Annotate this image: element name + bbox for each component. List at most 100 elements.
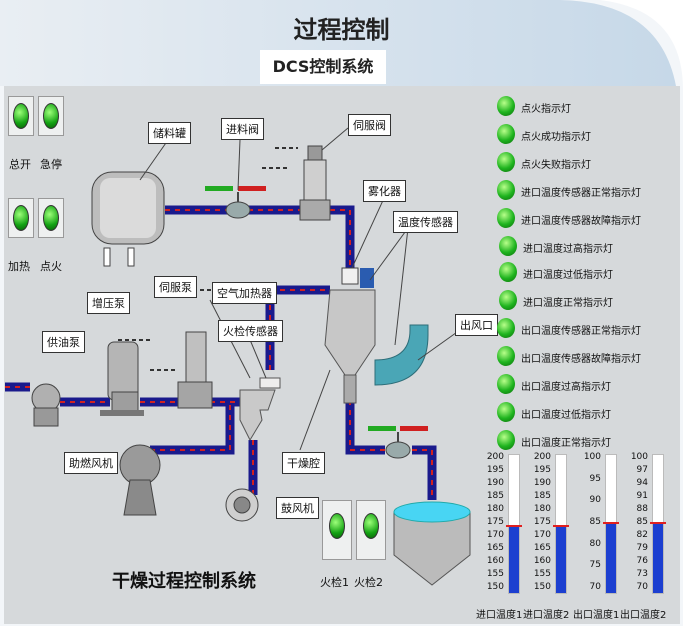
indicator-lamp-icon — [497, 152, 515, 172]
gauge-tick-label: 180 — [486, 504, 504, 514]
atomizer-label: 雾化器 — [363, 180, 406, 202]
gauge-tick-label: 170 — [533, 530, 551, 540]
gauge-tick-label: 180 — [533, 504, 551, 514]
indicator-label: 点火成功指示灯 — [521, 132, 591, 143]
blower-label: 鼓风机 — [276, 497, 319, 519]
gauge-fill — [509, 527, 519, 593]
gauge-label: 进口温度2 — [523, 610, 570, 621]
gauge-marker — [650, 522, 666, 524]
lamp-emergency-stop-indicator — [43, 103, 59, 129]
gauge-tick-label: 76 — [636, 556, 648, 566]
gauge-fill — [653, 524, 663, 593]
gauge-tick-label: 165 — [486, 543, 504, 553]
indicator-lamp-icon — [497, 374, 515, 394]
collection-tank-shape — [393, 501, 471, 586]
gauge-tick-label: 175 — [533, 517, 551, 527]
oil-pump-shape — [31, 383, 61, 427]
gauge-tick-label: 190 — [486, 478, 504, 488]
gauge-tick-label: 160 — [533, 556, 551, 566]
gauge-tick-label: 91 — [636, 491, 648, 501]
gauge-tick-label: 165 — [533, 543, 551, 553]
indicator-lamp-icon — [499, 236, 517, 256]
fire-sensor-label: 火检传感器 — [218, 320, 283, 342]
lamp-heating-indicator — [13, 205, 29, 231]
indicator-label: 点火指示灯 — [521, 104, 571, 115]
indicator-lamp-icon — [499, 290, 517, 310]
combustion-fan-shape — [119, 444, 161, 516]
indicator-label: 进口温度过低指示灯 — [523, 270, 613, 281]
servo-pump-shape — [177, 331, 213, 409]
indicator-lamp-icon — [497, 430, 515, 450]
gauge-marker — [553, 525, 569, 527]
indicator-lamp-icon — [499, 262, 517, 282]
gauge-tick-label: 150 — [533, 582, 551, 592]
servo-valve-label: 伺服阀 — [348, 114, 391, 136]
gauge-tick-label: 97 — [636, 465, 648, 475]
gauge-track — [506, 454, 522, 594]
gauge-tick-label: 80 — [589, 538, 601, 549]
indicator-lamp-icon — [497, 318, 515, 338]
combustion-fan-label: 助燃风机 — [64, 452, 118, 474]
fire-check-1-label: 火检1 — [320, 576, 349, 589]
gauge-tick-label: 88 — [636, 504, 648, 514]
gauge-tick-label: 70 — [589, 582, 601, 592]
lamp-heating-label: 加热 — [8, 260, 30, 273]
indicator-label: 点火失败指示灯 — [521, 160, 591, 171]
blower-shape — [225, 488, 259, 522]
temp-sensor-label: 温度传感器 — [393, 211, 458, 233]
gauge-label: 出口温度2 — [620, 610, 667, 621]
gauge-tick-label: 82 — [636, 530, 648, 540]
servo-pump-label: 伺服泵 — [154, 276, 197, 298]
gauge-tick-label: 75 — [589, 560, 601, 571]
gauge-marker — [506, 525, 522, 527]
gauge-tick-label: 170 — [486, 530, 504, 540]
air-heater-label: 空气加热器 — [212, 282, 277, 304]
air-heater-shape — [239, 377, 281, 442]
gauge-tick-label: 73 — [636, 569, 648, 579]
gauge-tick-label: 85 — [636, 517, 648, 527]
indicator-label: 进口温度正常指示灯 — [523, 298, 613, 309]
gauge-tick-label: 95 — [589, 473, 601, 484]
gauge-tick-label: 100 — [630, 452, 648, 462]
dry-tower-label: 干燥腔 — [282, 452, 325, 474]
indicator-lamp-icon — [497, 124, 515, 144]
indicator-lamp-icon — [497, 180, 515, 200]
lamp-ignition-label: 点火 — [40, 260, 62, 273]
gauge-tick-label: 85 — [589, 517, 601, 527]
lamp-main-switch-label: 总开 — [9, 158, 31, 171]
lamp-ignition-indicator — [43, 205, 59, 231]
lamp-main-switch-indicator — [13, 103, 29, 129]
gauge-tick-label: 70 — [636, 582, 648, 592]
indicator-label: 出口温度过高指示灯 — [521, 382, 611, 393]
gauge-tick-label: 100 — [583, 452, 601, 462]
gauge-tick-label: 79 — [636, 543, 648, 553]
gauge-tick-label: 155 — [533, 569, 551, 579]
gauge-tick-label: 200 — [486, 452, 504, 462]
outlet-label: 出风口 — [455, 314, 498, 336]
indicator-label: 出口温度过低指示灯 — [521, 410, 611, 421]
indicator-lamp-icon — [497, 402, 515, 422]
feed-valve-label: 进料阀 — [221, 118, 264, 140]
lamp-emergency-stop-label: 急停 — [40, 158, 62, 171]
oil-pump-label: 供油泵 — [42, 331, 85, 353]
gauge-track — [603, 454, 619, 594]
indicator-label: 出口温度正常指示灯 — [521, 438, 611, 449]
fire-check-1-indicator — [329, 513, 345, 539]
indicator-label: 进口温度过高指示灯 — [523, 244, 613, 255]
gauge-tick-label: 160 — [486, 556, 504, 566]
boost-pump-label: 增压泵 — [87, 292, 130, 314]
gauge-tick-label: 155 — [486, 569, 504, 579]
indicator-label: 出口温度传感器故障指示灯 — [521, 354, 641, 365]
servo-valve-shape — [299, 145, 331, 221]
gauge-tick-label: 150 — [486, 582, 504, 592]
gauge-marker — [603, 522, 619, 524]
gauge-tick-label: 94 — [636, 478, 648, 488]
storage-tank-label: 储料罐 — [148, 122, 191, 144]
gauge-track — [650, 454, 666, 594]
gauge-tick-label: 200 — [533, 452, 551, 462]
gauge-label: 进口温度1 — [476, 610, 523, 621]
dryer-tower-shape — [324, 267, 429, 404]
gauge-tick-label: 195 — [486, 465, 504, 475]
gauge-label: 出口温度1 — [573, 610, 620, 621]
gauge-track — [553, 454, 569, 594]
